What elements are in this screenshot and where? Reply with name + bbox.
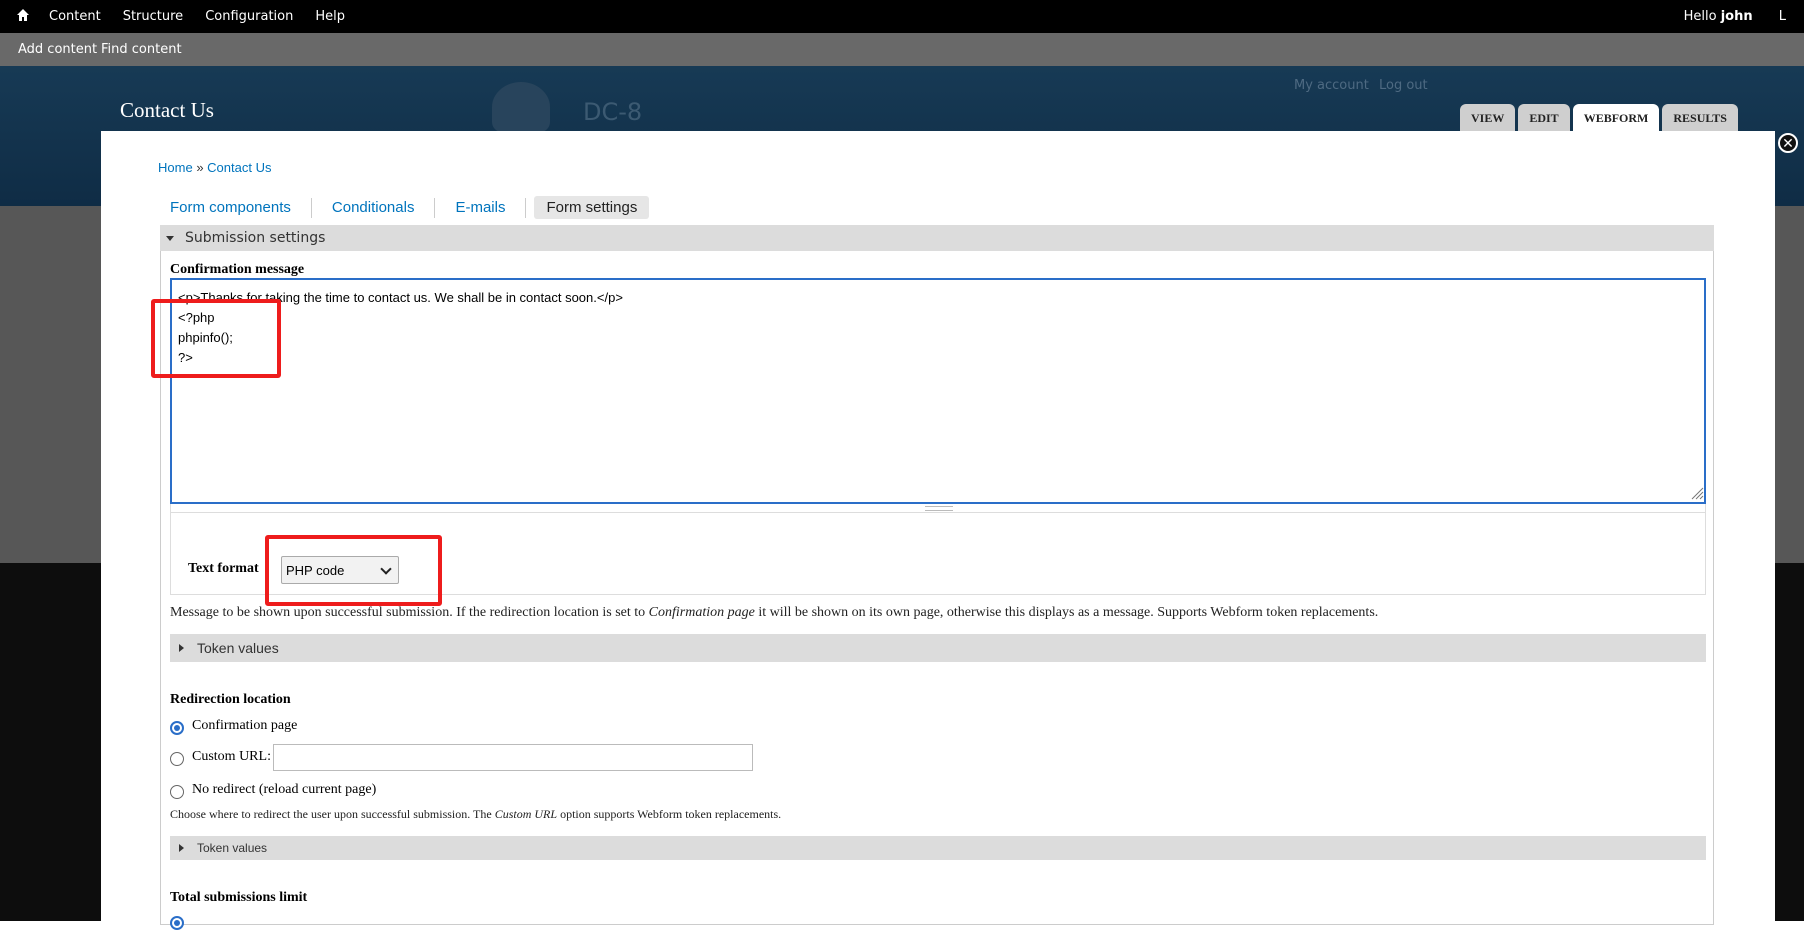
- close-icon[interactable]: ✕: [1778, 133, 1798, 153]
- subtab-e-mails[interactable]: E-mails: [443, 196, 517, 219]
- home-icon[interactable]: [16, 8, 30, 22]
- confirmation-message-textarea[interactable]: <p>Thanks for taking the time to contact…: [170, 278, 1706, 504]
- resize-grip-icon[interactable]: [1690, 486, 1704, 500]
- subtab-form-settings[interactable]: Form settings: [534, 196, 650, 219]
- drupal-logo: [492, 82, 550, 132]
- submission-settings-legend[interactable]: Submission settings: [160, 225, 1714, 251]
- menu-content[interactable]: Content: [49, 9, 101, 24]
- text-format-label: Text format: [188, 561, 259, 576]
- token-values-label: Token values: [197, 640, 279, 656]
- tab-view[interactable]: VIEW: [1460, 104, 1516, 132]
- breadcrumb-home[interactable]: Home: [158, 160, 193, 175]
- textarea-resize-handle[interactable]: [170, 504, 1706, 512]
- description-text: it will be shown on its own page, otherw…: [754, 605, 1379, 620]
- description-text: Choose where to redirect the user upon s…: [170, 807, 495, 821]
- webform-subtabs: Form components Conditionals E-mails For…: [158, 196, 650, 219]
- radio-custom-url[interactable]: [170, 752, 184, 766]
- token-values-fieldset[interactable]: Token values: [170, 634, 1706, 662]
- breadcrumb: Home » Contact Us: [158, 160, 271, 175]
- radio-confirmation-page-label[interactable]: Confirmation page: [192, 718, 297, 734]
- greeting-text: Hello: [1683, 9, 1717, 24]
- menu-structure[interactable]: Structure: [123, 9, 183, 24]
- subtab-divider: [434, 197, 436, 218]
- token-values-fieldset-2[interactable]: Token values: [170, 836, 1706, 860]
- radio-confirmation-page[interactable]: [170, 721, 184, 735]
- description-emphasis: Custom URL: [494, 807, 558, 821]
- admin-menu: Content Structure Configuration Help: [49, 9, 367, 24]
- confirmation-message-label: Confirmation message: [170, 262, 305, 277]
- custom-url-input[interactable]: [273, 744, 753, 771]
- subtab-divider: [525, 197, 527, 218]
- chevron-down-icon: [166, 236, 174, 241]
- menu-configuration[interactable]: Configuration: [205, 9, 293, 24]
- breadcrumb-separator: »: [196, 160, 204, 175]
- redirection-location-label: Redirection location: [170, 692, 291, 707]
- php-code-highlight: [151, 299, 281, 378]
- admin-toolbar: Content Structure Configuration Help Hel…: [0, 0, 1804, 33]
- page-title: Contact Us: [120, 98, 214, 122]
- shortcut-find-content[interactable]: Find content: [101, 42, 182, 57]
- legend-label: Submission settings: [185, 230, 326, 246]
- radio-no-redirect[interactable]: [170, 785, 184, 799]
- radio-unlimited[interactable]: [170, 916, 184, 930]
- description-text: Message to be shown upon successful subm…: [170, 605, 649, 620]
- redirection-description: Choose where to redirect the user upon s…: [170, 807, 781, 822]
- node-tabs: VIEW EDIT WEBFORM RESULTS: [1460, 104, 1738, 132]
- radio-no-redirect-label[interactable]: No redirect (reload current page): [192, 782, 376, 798]
- tab-webform[interactable]: WEBFORM: [1572, 104, 1660, 132]
- chevron-right-icon: [179, 844, 184, 852]
- subtab-conditionals[interactable]: Conditionals: [320, 196, 427, 219]
- tab-edit[interactable]: EDIT: [1518, 104, 1570, 132]
- tab-results[interactable]: RESULTS: [1662, 104, 1738, 132]
- text-format-highlight: [265, 535, 442, 606]
- my-account-link[interactable]: My account: [1294, 78, 1369, 93]
- breadcrumb-current[interactable]: Contact Us: [207, 160, 271, 175]
- subtab-divider: [310, 197, 312, 218]
- log-out-link[interactable]: Log out: [1379, 78, 1428, 93]
- token-values-label: Token values: [197, 841, 268, 855]
- logout-partial[interactable]: L: [1779, 9, 1786, 24]
- radio-custom-url-label[interactable]: Custom URL:: [192, 749, 271, 765]
- description-text: option supports Webform token replacemen…: [557, 807, 782, 821]
- total-submissions-limit-label: Total submissions limit: [170, 890, 308, 905]
- confirmation-description: Message to be shown upon successful subm…: [170, 605, 1378, 621]
- shortcuts-bar: Add content Find content: [0, 33, 1804, 66]
- user-greeting: Hello john L: [1684, 9, 1786, 24]
- site-name: DC-8: [583, 98, 643, 126]
- description-emphasis: Confirmation page: [648, 605, 755, 620]
- username-link[interactable]: john: [1721, 9, 1753, 24]
- menu-help[interactable]: Help: [315, 9, 345, 24]
- shortcut-add-content[interactable]: Add content: [18, 42, 97, 57]
- subtab-form-components[interactable]: Form components: [158, 196, 303, 219]
- chevron-right-icon: [179, 644, 184, 652]
